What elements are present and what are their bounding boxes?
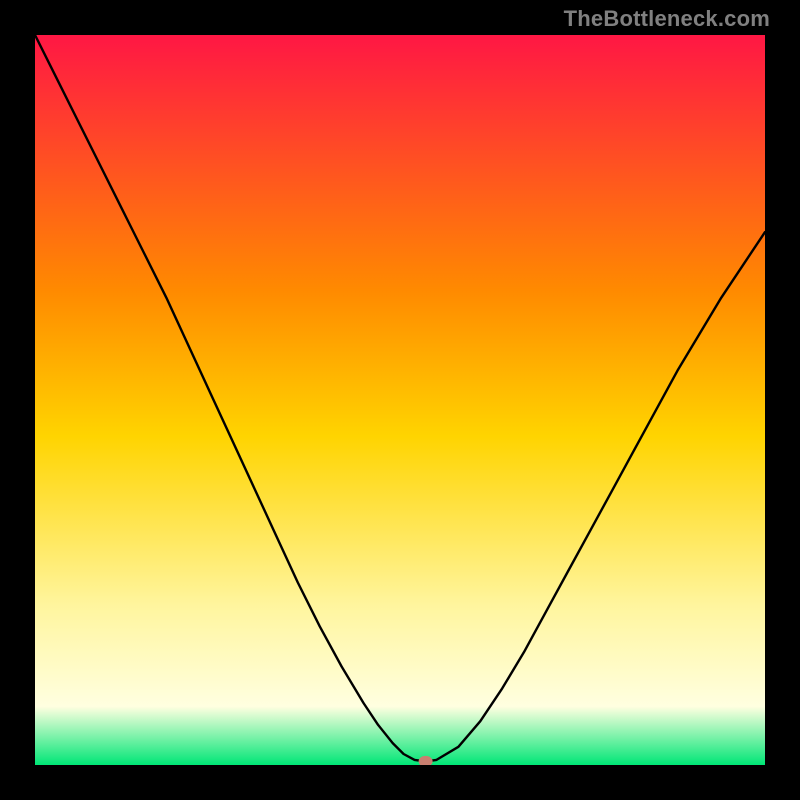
gradient-background xyxy=(35,35,765,765)
bottleneck-plot xyxy=(35,35,765,765)
watermark-text: TheBottleneck.com xyxy=(564,6,770,32)
chart-container: TheBottleneck.com xyxy=(0,0,800,800)
